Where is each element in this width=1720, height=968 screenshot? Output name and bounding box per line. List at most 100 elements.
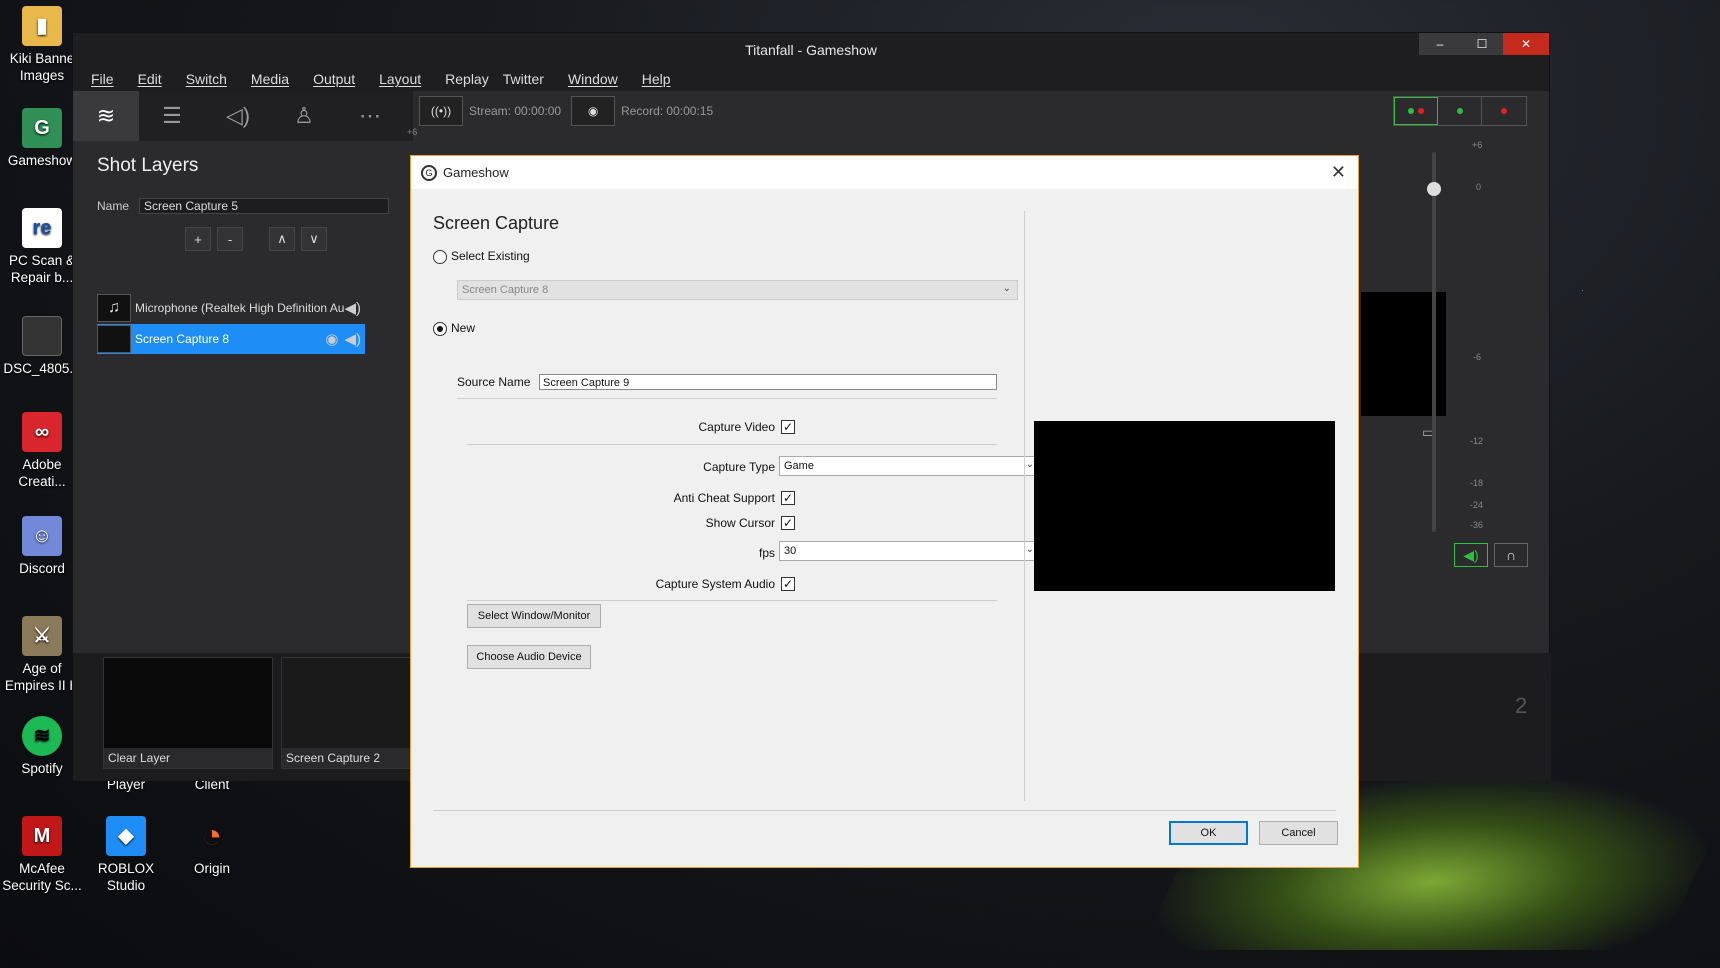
select-existing-label: Select Existing	[451, 249, 530, 263]
divider	[467, 600, 997, 601]
desktop-icon-label: Origin	[193, 861, 230, 876]
meter-tick: -12	[1470, 436, 1484, 446]
chevron-down-icon: ⌄	[1025, 544, 1034, 555]
dialog-vertical-divider	[1024, 211, 1025, 801]
existing-source-select[interactable]: Screen Capture 8 ⌄	[457, 280, 1018, 300]
capture-audio-label: Capture System Audio	[655, 577, 775, 591]
layer-item-screen-capture[interactable]: Screen Capture 8 ◉ ◀)	[97, 324, 365, 354]
desktop-icon-origin[interactable]: ◔ Origin	[170, 816, 254, 877]
fps-value: 30	[784, 545, 797, 557]
new-option[interactable]: New	[433, 321, 475, 336]
user-tab-icon[interactable]: ♙	[271, 91, 337, 141]
select-window-button[interactable]: Select Window/Monitor	[467, 604, 601, 628]
panel-tabs: ≋ ☰ ◁) ♙ ⋯	[73, 91, 413, 141]
speaker-toggle-icon[interactable]: ◀)	[1454, 543, 1488, 567]
gameshow-icon: G	[22, 108, 62, 148]
minimize-button[interactable]: –	[1419, 33, 1461, 55]
layer-thumbnail	[97, 325, 131, 353]
anti-cheat-checkbox[interactable]: ✓	[781, 491, 795, 505]
meter-tick: 0	[1476, 182, 1482, 192]
menu-edit[interactable]: Edit	[138, 71, 162, 87]
menu-window[interactable]: Window	[568, 71, 618, 87]
headphones-icon[interactable]: ∩	[1494, 543, 1528, 567]
spotify-icon: ≋	[22, 716, 62, 756]
audio-tab-icon[interactable]: ◁)	[205, 91, 271, 141]
app-titlebar: Titanfall - Gameshow – ☐ ✕	[73, 33, 1549, 67]
layer-controls: + - ∧ ∨	[73, 227, 413, 251]
record-button-icon[interactable]: ◉	[571, 96, 616, 126]
menu-output[interactable]: Output	[313, 71, 355, 87]
remove-layer-button[interactable]: -	[217, 227, 243, 251]
chevron-down-icon: ⌄	[1002, 283, 1011, 294]
menu-twitter[interactable]: Twitter	[503, 71, 544, 87]
menu-help[interactable]: Help	[642, 71, 671, 87]
select-existing-radio[interactable]	[433, 249, 447, 264]
select-existing-option[interactable]: Select Existing	[433, 249, 530, 264]
layers-tab-icon[interactable]: ≋	[73, 91, 139, 141]
capture-type-value: Game	[784, 460, 814, 472]
source-name-input[interactable]: Screen Capture 9	[539, 374, 997, 390]
volume-slider[interactable]	[1432, 152, 1436, 532]
desktop-icon-mcafee[interactable]: M McAfee Security Sc...	[0, 816, 84, 894]
menu-file[interactable]: File	[91, 71, 114, 87]
speaker-icon[interactable]: ◀)	[344, 299, 361, 317]
stream-status: Stream: 00:00:00	[469, 104, 562, 118]
capture-preview	[1034, 421, 1335, 591]
shot-thumbnail-clear[interactable]: Clear Layer	[103, 657, 273, 769]
menu-layout[interactable]: Layout	[379, 71, 421, 87]
capture-type-select[interactable]: Game ⌄	[779, 456, 1041, 476]
show-cursor-checkbox[interactable]: ✓	[781, 516, 795, 530]
stream-wifi-icon[interactable]: ((•))	[419, 96, 463, 126]
meter-tick: -18	[1470, 478, 1484, 488]
status-indicators	[1393, 96, 1527, 126]
capture-type-label: Capture Type	[703, 460, 775, 474]
capture-audio-checkbox[interactable]: ✓	[781, 577, 795, 591]
stream-indicator[interactable]	[1394, 97, 1438, 125]
capture-video-label: Capture Video	[698, 420, 776, 434]
new-label: New	[451, 321, 476, 335]
fps-select[interactable]: 30 ⌄	[779, 541, 1041, 561]
desktop-icon-roblox[interactable]: ◆ ROBLOX Studio	[84, 816, 168, 894]
dialog-title: Gameshow	[443, 165, 509, 180]
menu-media[interactable]: Media	[251, 71, 289, 87]
capture-video-checkbox[interactable]: ✓	[781, 420, 795, 434]
ok-button[interactable]: OK	[1169, 821, 1248, 845]
show-cursor-label: Show Cursor	[705, 516, 775, 530]
eye-icon[interactable]: ◉	[325, 330, 338, 348]
menu-replay[interactable]: Replay	[445, 71, 489, 87]
cancel-button[interactable]: Cancel	[1259, 821, 1338, 845]
fps-label: fps	[758, 546, 775, 560]
speaker-icon[interactable]: ◀)	[344, 330, 361, 348]
existing-source-value: Screen Capture 8	[462, 284, 549, 296]
menu-switch[interactable]: Switch	[186, 71, 227, 87]
folder-icon: ▮	[22, 6, 62, 46]
volume-slider-handle[interactable]	[1427, 182, 1441, 196]
dialog-close-icon[interactable]: ✕	[1331, 162, 1346, 183]
meter-tick: -24	[1470, 500, 1484, 510]
mcafee-icon: M	[22, 816, 62, 856]
dialog-heading: Screen Capture	[433, 213, 560, 233]
desktop-icon-label: ROBLOX Studio	[97, 861, 155, 893]
live-indicator[interactable]	[1482, 97, 1526, 125]
output-toolbar: ((•)) Stream: 00:00:00 ◉ Record: 00:00:1…	[413, 91, 1551, 131]
move-up-button[interactable]: ∧	[269, 227, 295, 251]
move-down-button[interactable]: ∨	[301, 227, 327, 251]
discord-icon: ☺	[22, 516, 62, 556]
close-button[interactable]: ✕	[1503, 33, 1549, 55]
layer-name-input[interactable]: Screen Capture 5	[139, 198, 390, 214]
shot-page-number: 2	[1515, 693, 1528, 718]
menu-bar: File Edit Switch Media Output Layout Rep…	[73, 67, 1549, 91]
choose-audio-button[interactable]: Choose Audio Device	[467, 645, 591, 669]
music-note-icon: ♫	[97, 294, 131, 322]
chevron-down-icon: ⌄	[1025, 459, 1034, 470]
record-indicator[interactable]	[1438, 97, 1482, 125]
more-tab-icon[interactable]: ⋯	[337, 91, 403, 141]
add-layer-button[interactable]: +	[185, 227, 211, 251]
new-radio[interactable]	[433, 321, 447, 336]
panel-title: Shot Layers	[97, 155, 199, 176]
settings-tab-icon[interactable]: ☰	[139, 91, 205, 141]
layer-item-microphone[interactable]: ♫ Microphone (Realtek High Definition Au…	[97, 293, 365, 323]
maximize-button[interactable]: ☐	[1461, 33, 1503, 55]
desktop-icon-label: McAfee Security Sc...	[2, 861, 82, 893]
